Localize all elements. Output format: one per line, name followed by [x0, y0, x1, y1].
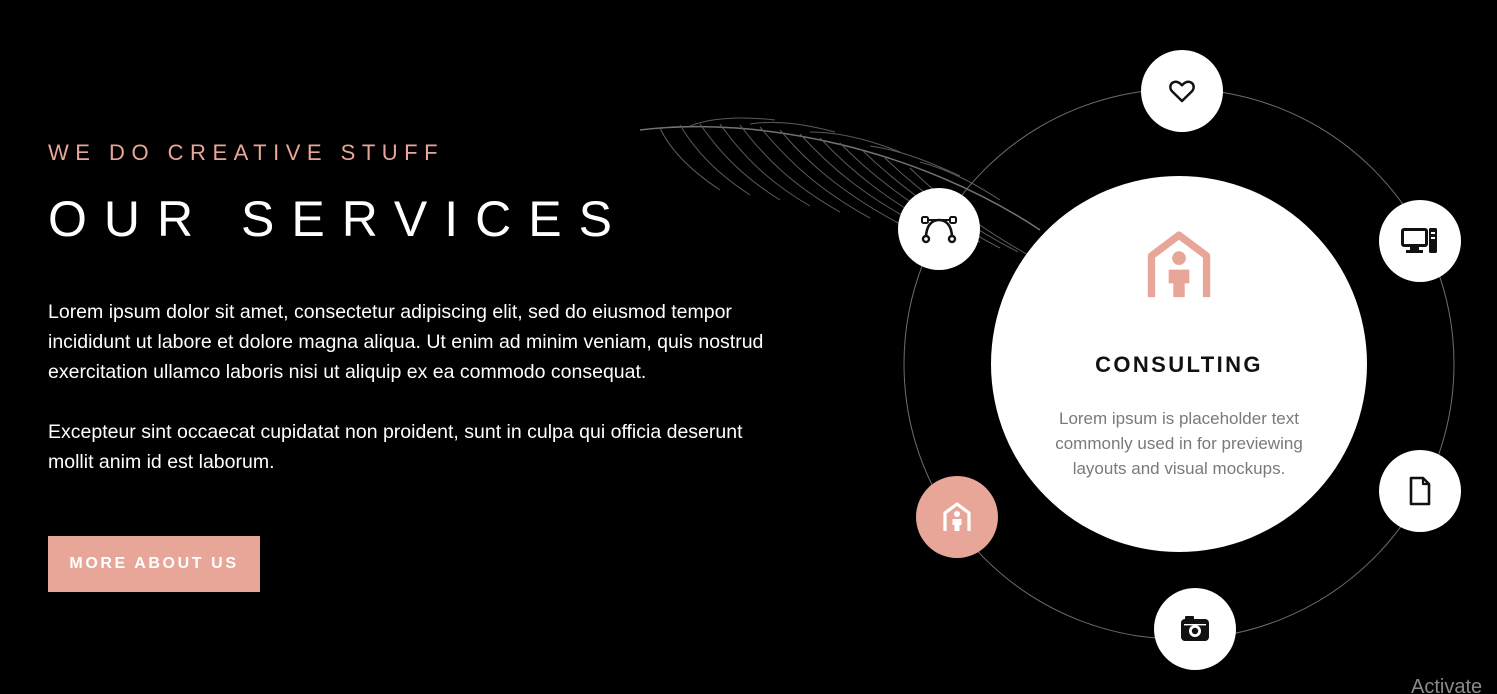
service-computer-button[interactable]	[1379, 200, 1461, 282]
vector-pen-icon	[921, 216, 957, 244]
camera-icon	[1181, 616, 1209, 641]
service-detail-card: CONSULTING Lorem ipsum is placeholder te…	[991, 176, 1367, 552]
palm-leaf-decoration	[639, 117, 1041, 257]
heart-icon	[1169, 80, 1195, 103]
consulting-home-icon	[943, 502, 971, 531]
intro-paragraph: Lorem ipsum dolor sit amet, consectetur …	[48, 301, 764, 383]
service-document-button[interactable]	[1379, 450, 1461, 532]
section-title: OUR SERVICES	[48, 191, 629, 247]
service-favorites-button[interactable]	[1141, 50, 1223, 132]
service-consulting-button[interactable]	[916, 476, 998, 558]
section-kicker: WE DO CREATIVE STUFF	[48, 140, 445, 165]
service-vector-design-button[interactable]	[898, 188, 980, 270]
services-section: WE DO CREATIVE STUFF OUR SERVICES Lorem …	[0, 0, 1497, 694]
service-detail-title: CONSULTING	[1095, 352, 1263, 377]
service-detail-text: Lorem ipsum is placeholder text commonly…	[1055, 409, 1303, 478]
more-about-us-button[interactable]: MORE ABOUT US	[48, 536, 260, 592]
computer-icon	[1401, 228, 1437, 253]
secondary-paragraph: Excepteur sint occaecat cupidatat non pr…	[48, 421, 743, 473]
file-icon	[1409, 476, 1431, 506]
service-camera-button[interactable]	[1154, 588, 1236, 670]
activation-watermark: Activate	[1411, 676, 1483, 694]
consulting-home-icon	[1147, 231, 1211, 298]
